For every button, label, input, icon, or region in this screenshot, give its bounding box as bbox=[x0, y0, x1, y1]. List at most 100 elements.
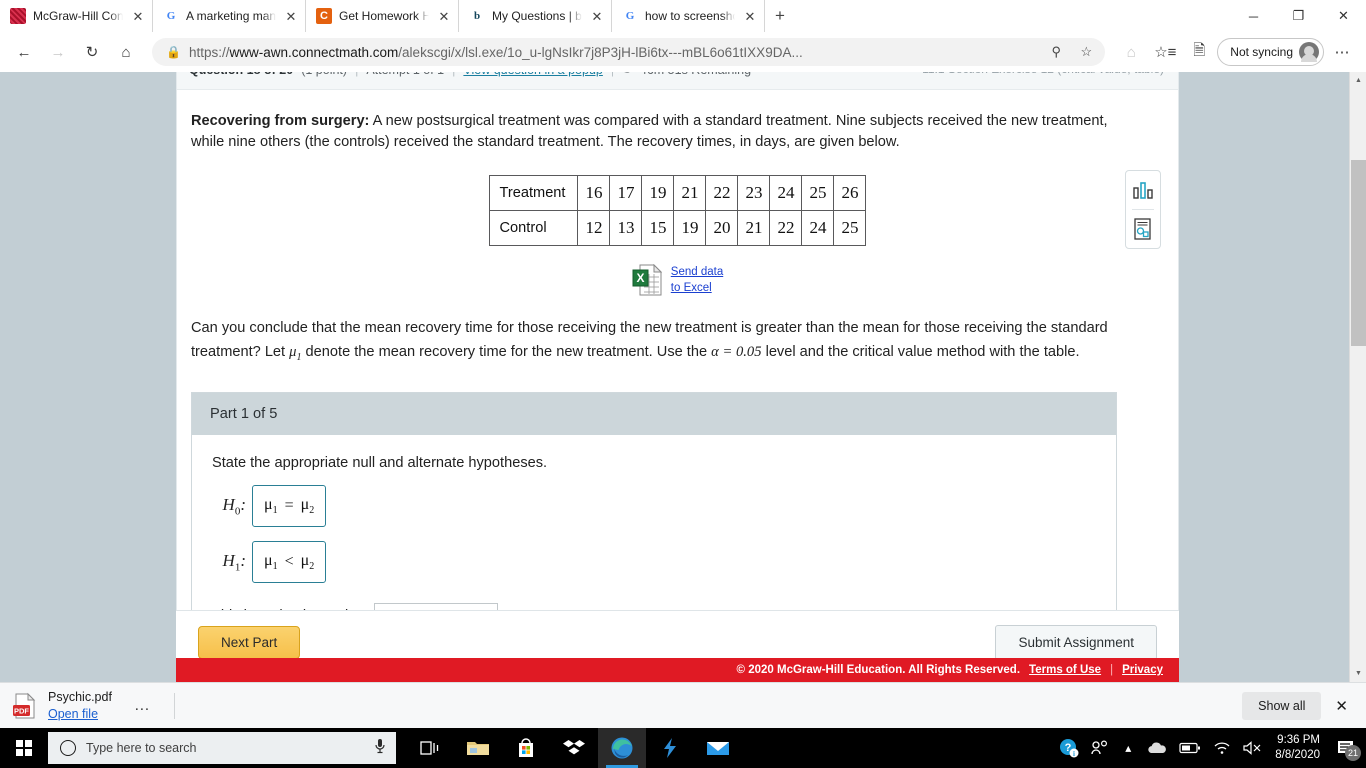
file-explorer-icon[interactable] bbox=[454, 728, 502, 768]
scroll-down-icon[interactable]: ▼ bbox=[1350, 665, 1366, 682]
close-icon[interactable]: ✕ bbox=[589, 8, 605, 24]
window-controls: ─ ❐ ✕ bbox=[1231, 0, 1366, 32]
close-icon[interactable]: ✕ bbox=[130, 8, 146, 24]
mu-glyph: μ bbox=[289, 344, 297, 360]
people-icon[interactable] bbox=[1085, 728, 1115, 768]
scroll-up-icon[interactable]: ▲ bbox=[1350, 72, 1366, 89]
dropbox-icon[interactable] bbox=[550, 728, 598, 768]
terms-of-use-link[interactable]: Terms of Use bbox=[1029, 664, 1101, 676]
separator: | bbox=[355, 72, 358, 77]
separator: | bbox=[611, 72, 614, 77]
taskbar-search-input[interactable]: Type here to search bbox=[48, 732, 396, 764]
cell: 17 bbox=[609, 175, 643, 211]
show-all-downloads-button[interactable]: Show all bbox=[1242, 691, 1322, 720]
h-subscript: 1 bbox=[234, 561, 241, 574]
table-row: Control 12 13 15 19 20 21 22 24 25 bbox=[488, 210, 867, 246]
tab-title: how to screenshot on compute bbox=[645, 9, 735, 23]
browser-tab-4[interactable]: b My Questions | bartleby ✕ bbox=[459, 0, 612, 32]
browser-tab-3[interactable]: C Get Homework Help With Che ✕ bbox=[306, 0, 459, 32]
time-remaining: 46m 51s Remaining bbox=[640, 72, 751, 77]
null-hypothesis-label: H0: bbox=[222, 494, 246, 518]
question-body: Recovering from surgery: A new postsurgi… bbox=[177, 91, 1178, 644]
cell: 26 bbox=[833, 175, 867, 211]
onedrive-icon[interactable] bbox=[1141, 728, 1173, 768]
cell: 19 bbox=[673, 210, 707, 246]
send-to-excel-links[interactable]: Send data to Excel bbox=[671, 264, 723, 296]
close-icon[interactable]: ✕ bbox=[742, 8, 758, 24]
mu-glyph: μ bbox=[300, 551, 310, 569]
section-label: 11.1 Section Exercise 12 (critical value… bbox=[922, 72, 1164, 76]
browser-tab-2[interactable]: G A marketing manager for a cel ✕ bbox=[153, 0, 306, 32]
browser-tab-5[interactable]: G how to screenshot on compute ✕ bbox=[612, 0, 765, 32]
null-hypothesis-input[interactable]: μ1 = μ2 bbox=[252, 484, 327, 527]
volume-muted-icon[interactable] bbox=[1237, 728, 1269, 768]
svg-text:X: X bbox=[636, 271, 644, 285]
microphone-icon[interactable] bbox=[374, 738, 386, 759]
profile-button[interactable]: Not syncing bbox=[1217, 38, 1324, 66]
ellipsis-icon[interactable]: ⋯ bbox=[1326, 36, 1358, 68]
right-term: μ2 bbox=[301, 552, 315, 572]
wifi-icon[interactable] bbox=[1207, 728, 1237, 768]
alternate-hypothesis-input[interactable]: μ1 < μ2 bbox=[252, 540, 327, 583]
cell: 20 bbox=[705, 210, 739, 246]
help-circle-icon[interactable]: ? i bbox=[1053, 728, 1085, 768]
windows-logo bbox=[16, 740, 32, 756]
back-icon[interactable]: ← bbox=[8, 36, 40, 68]
tab-strip: McGraw-Hill Connect Math ✕ G A marketing… bbox=[0, 0, 1366, 32]
maximize-button[interactable]: ❐ bbox=[1276, 0, 1321, 32]
question-header-bar: Question 18 of 20 (1 point) | Attempt 1 … bbox=[177, 72, 1178, 90]
stat-table-icon[interactable] bbox=[1126, 210, 1160, 248]
mail-icon[interactable] bbox=[694, 728, 742, 768]
part-panel: Part 1 of 5 State the appropriate null a… bbox=[191, 391, 1117, 644]
action-center-icon[interactable]: 21 bbox=[1330, 728, 1362, 768]
scrollbar-thumb[interactable] bbox=[1351, 160, 1366, 346]
collections-icon[interactable]: 🗎 bbox=[1183, 36, 1215, 68]
address-bar[interactable]: 🔒 https://www-awn.connectmath.com/aleksc… bbox=[152, 38, 1106, 66]
mu-subscript: 2 bbox=[309, 505, 315, 516]
star-icon[interactable]: ☆ bbox=[1075, 44, 1097, 60]
extension-icon[interactable]: ⌂ bbox=[1115, 36, 1147, 68]
bar-chart-icon[interactable] bbox=[1126, 171, 1160, 209]
next-part-button[interactable]: Next Part bbox=[198, 626, 301, 659]
forward-icon[interactable]: → bbox=[42, 36, 74, 68]
send-data-link-line2[interactable]: to Excel bbox=[671, 280, 723, 296]
favorites-list-icon[interactable]: ☆≡ bbox=[1149, 36, 1181, 68]
taskbar-clock[interactable]: 9:36 PM 8/8/2020 bbox=[1269, 728, 1330, 768]
home-icon[interactable]: ⌂ bbox=[110, 36, 142, 68]
microsoft-store-icon[interactable] bbox=[502, 728, 550, 768]
browser-tab-1[interactable]: McGraw-Hill Connect Math ✕ bbox=[0, 0, 153, 32]
close-download-bar-icon[interactable]: ✕ bbox=[1335, 697, 1348, 715]
windows-start-icon[interactable] bbox=[0, 728, 48, 768]
cell: 24 bbox=[801, 210, 835, 246]
cell: 21 bbox=[673, 175, 707, 211]
reload-icon[interactable]: ↻ bbox=[76, 36, 108, 68]
task-view-icon[interactable] bbox=[406, 728, 454, 768]
open-file-link[interactable]: Open file bbox=[48, 706, 112, 723]
new-tab-button[interactable]: + bbox=[765, 0, 795, 32]
download-file-name: Psychic.pdf bbox=[48, 689, 112, 704]
privacy-link[interactable]: Privacy bbox=[1122, 664, 1163, 676]
microsoft-edge-icon[interactable] bbox=[598, 728, 646, 768]
close-window-button[interactable]: ✕ bbox=[1321, 0, 1366, 32]
minimize-button[interactable]: ─ bbox=[1231, 0, 1276, 32]
row-label-control: Control bbox=[488, 210, 579, 246]
page-scrollbar[interactable]: ▲ ▼ bbox=[1349, 72, 1366, 682]
show-hidden-icons-icon[interactable]: ▴ bbox=[1115, 728, 1141, 768]
windows-taskbar: Type here to search ? i ▴ 9:36 PM 8/8/20… bbox=[0, 728, 1366, 768]
send-to-excel-row[interactable]: X Send data to Excel bbox=[177, 263, 1178, 296]
battery-icon[interactable] bbox=[1173, 728, 1207, 768]
attempt-label: Attempt 1 of 1 bbox=[366, 72, 444, 77]
close-icon[interactable]: ✕ bbox=[436, 8, 452, 24]
view-question-popup-link[interactable]: View question in a popup bbox=[463, 72, 602, 77]
download-more-icon[interactable]: … bbox=[134, 697, 152, 715]
zoom-search-icon[interactable]: ⚲ bbox=[1045, 44, 1067, 60]
cell: 15 bbox=[641, 210, 675, 246]
lightning-app-icon[interactable] bbox=[646, 728, 694, 768]
download-text-group: Psychic.pdf Open file bbox=[48, 689, 112, 723]
mu-glyph: μ bbox=[300, 495, 310, 513]
close-icon[interactable]: ✕ bbox=[283, 8, 299, 24]
send-data-link-line1[interactable]: Send data bbox=[671, 264, 723, 280]
mu-subscript: 2 bbox=[309, 561, 315, 572]
url-text: https://www-awn.connectmath.com/alekscgi… bbox=[189, 45, 1037, 60]
submit-assignment-button[interactable]: Submit Assignment bbox=[995, 625, 1157, 660]
